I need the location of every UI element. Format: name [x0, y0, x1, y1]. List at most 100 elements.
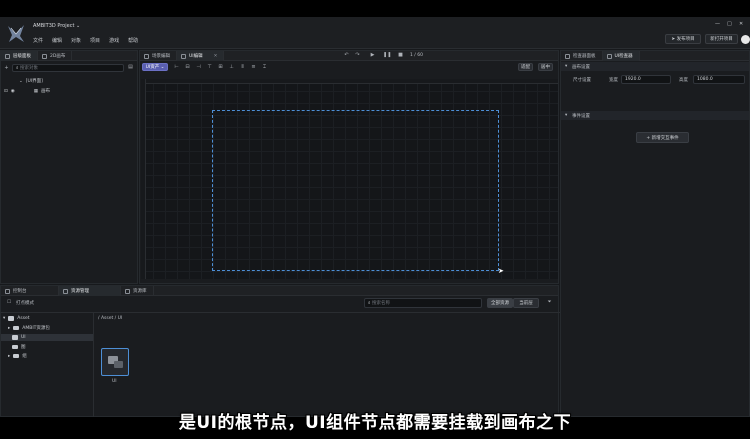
close-icon[interactable]: ✕	[739, 21, 743, 27]
folder-icon	[13, 353, 20, 359]
layers-icon	[5, 53, 10, 59]
canvas-settings-header[interactable]: ▾ 画布设置	[561, 62, 749, 71]
funnel-icon[interactable]: ⏷	[546, 299, 553, 306]
tab-console[interactable]: 控制台	[1, 286, 59, 296]
toggle-switch[interactable]	[741, 35, 750, 44]
fit-button[interactable]: 适配	[518, 63, 533, 71]
menu-project[interactable]: 项目	[90, 37, 100, 44]
checkbox-icon[interactable]: ☐	[7, 300, 11, 305]
tree-item-group[interactable]: ▸ 组	[8, 353, 27, 360]
hierarchy-panel: 层级面板 2D画布 + ⌕ 搜索对象 ▤ ⌄ [UI界面] ⊡ ◉ ▦ 画布	[0, 50, 138, 284]
align-middle-icon[interactable]: ⊞	[217, 64, 224, 71]
tab-asset-library[interactable]: 资源库	[121, 286, 154, 296]
play-icon[interactable]: ▶	[369, 52, 376, 59]
title-bar: AMBIT3D Project ⌄ 文件 编辑 对象 项目 游戏 帮助 — □ …	[0, 17, 750, 49]
lock-icon[interactable]: ⊡	[4, 89, 8, 94]
filter-icon[interactable]: ▤	[127, 64, 134, 71]
tab-asset-manager[interactable]: 资源管理	[59, 286, 121, 296]
fit-icon[interactable]: ⌶	[261, 64, 268, 71]
inspector-panel: 检查器面板 UI检查器 ▾ 画布设置 尺寸设置 宽度 1920.0 高度 108…	[560, 50, 750, 417]
stop-icon[interactable]: ■	[397, 52, 404, 59]
tree-item-ui[interactable]: UI	[12, 335, 26, 340]
divider-vertical	[93, 313, 94, 417]
screen-top-border	[0, 0, 750, 17]
all-assets-button[interactable]: 全部资源	[487, 298, 513, 308]
maximize-icon[interactable]: □	[727, 21, 732, 27]
tab-ui-edit[interactable]: UI编辑 ✕	[177, 51, 225, 61]
divider	[1, 312, 560, 313]
project-name: AMBIT3D Project	[33, 23, 75, 29]
canvas-bounds[interactable]	[212, 110, 499, 271]
tree-item-image[interactable]: 图	[12, 344, 26, 350]
width-input[interactable]: 1920.0	[621, 75, 671, 84]
align-center-icon[interactable]: ⊟	[184, 64, 191, 71]
add-event-button[interactable]: + 新增交互事件	[636, 132, 689, 143]
tree-item-asset[interactable]: ▾ Asset	[3, 316, 30, 321]
scene-icon	[144, 53, 149, 59]
folder-icon	[12, 344, 18, 350]
inspector-icon	[565, 53, 570, 59]
align-bottom-icon[interactable]: ⊥	[228, 64, 235, 71]
console-icon	[5, 288, 10, 294]
open-project-button[interactable]: 新打开项目	[705, 34, 738, 44]
align-right-icon[interactable]: ⊣	[195, 64, 202, 71]
current-layer-button[interactable]: 当前层	[513, 298, 539, 308]
chevron-down-icon: ⌄	[160, 64, 165, 70]
ui-mode-selector[interactable]: UI资产 ⌄	[142, 63, 168, 71]
redo-icon[interactable]: ↷	[354, 52, 361, 59]
chevron-down-icon: ▾	[565, 113, 568, 118]
center-button[interactable]: 居中	[538, 63, 553, 71]
pause-icon[interactable]: ❚❚	[383, 52, 391, 59]
distribute-v-icon[interactable]: ≡	[250, 64, 257, 71]
tree-item-ui-root[interactable]: ⌄ [UI界面]	[19, 78, 43, 85]
bottom-tabbar: 控制台 资源管理 资源库	[1, 286, 558, 296]
project-selector[interactable]: AMBIT3D Project ⌄	[33, 23, 80, 29]
folder-icon	[12, 335, 18, 340]
height-input[interactable]: 1080.0	[693, 75, 745, 84]
tree-item-ambit-pack[interactable]: ▸ AMBIT资源包	[8, 325, 50, 332]
asset-thumbnail-ui[interactable]	[101, 348, 129, 376]
tab-hierarchy[interactable]: 层级面板	[1, 51, 38, 61]
asset-search-input[interactable]: ⌕ 搜索名称	[364, 298, 482, 308]
minimize-icon[interactable]: —	[715, 21, 720, 27]
tab-scene-edit[interactable]: 场景编辑	[140, 51, 177, 61]
align-top-icon[interactable]: ⊤	[206, 64, 213, 71]
menu-help[interactable]: 帮助	[128, 37, 138, 44]
chevron-down-icon: ⌄	[19, 78, 23, 84]
ui-viewport[interactable]: ➤	[141, 79, 558, 279]
editor-window: AMBIT3D Project ⌄ 文件 编辑 对象 项目 游戏 帮助 — □ …	[0, 17, 750, 417]
app-logo-icon	[8, 25, 24, 42]
close-tab-icon[interactable]: ✕	[214, 54, 218, 59]
tab-inspector[interactable]: 检查器面板	[561, 51, 603, 61]
cursor-icon: ➤	[498, 267, 504, 275]
width-label: 宽度	[609, 78, 618, 83]
video-subtitle: 是UI的根节点，UI组件节点都需要挂载到画布之下	[178, 413, 572, 433]
distribute-h-icon[interactable]: ⫴	[239, 64, 246, 71]
eye-icon[interactable]: ◉	[11, 89, 15, 94]
menu-game[interactable]: 游戏	[109, 37, 119, 44]
asset-label: UI	[112, 379, 117, 384]
ui-icon	[181, 53, 186, 59]
add-icon[interactable]: +	[3, 65, 10, 72]
tab-ui-inspector[interactable]: UI检查器	[602, 51, 640, 61]
folder-icon	[8, 316, 15, 321]
chevron-down-icon: ⌄	[76, 23, 81, 29]
height-label: 高度	[679, 78, 688, 83]
horizontal-ruler	[141, 79, 558, 84]
library-icon	[125, 288, 130, 294]
ui-inspector-icon	[606, 53, 612, 59]
align-left-icon[interactable]: ⊢	[173, 64, 180, 71]
menu-object[interactable]: 对象	[71, 37, 81, 44]
event-settings-header[interactable]: ▾ 事件设置	[561, 111, 749, 120]
tree-item-canvas[interactable]: ⊡ ◉ ▦ 画布	[4, 88, 50, 95]
folder-icon	[63, 288, 68, 294]
menu-file[interactable]: 文件	[33, 37, 43, 44]
undo-icon[interactable]: ↶	[343, 52, 350, 59]
folder-icon	[13, 325, 20, 331]
tab-2d-canvas[interactable]: 2D画布	[38, 51, 73, 61]
menu-edit[interactable]: 编辑	[52, 37, 62, 44]
publish-button[interactable]: ➤ 发布项目	[665, 34, 701, 44]
canvas-icon	[42, 53, 47, 59]
frame-counter: 1 / 60	[410, 53, 423, 58]
hierarchy-search-input[interactable]: ⌕ 搜索对象	[12, 64, 124, 72]
